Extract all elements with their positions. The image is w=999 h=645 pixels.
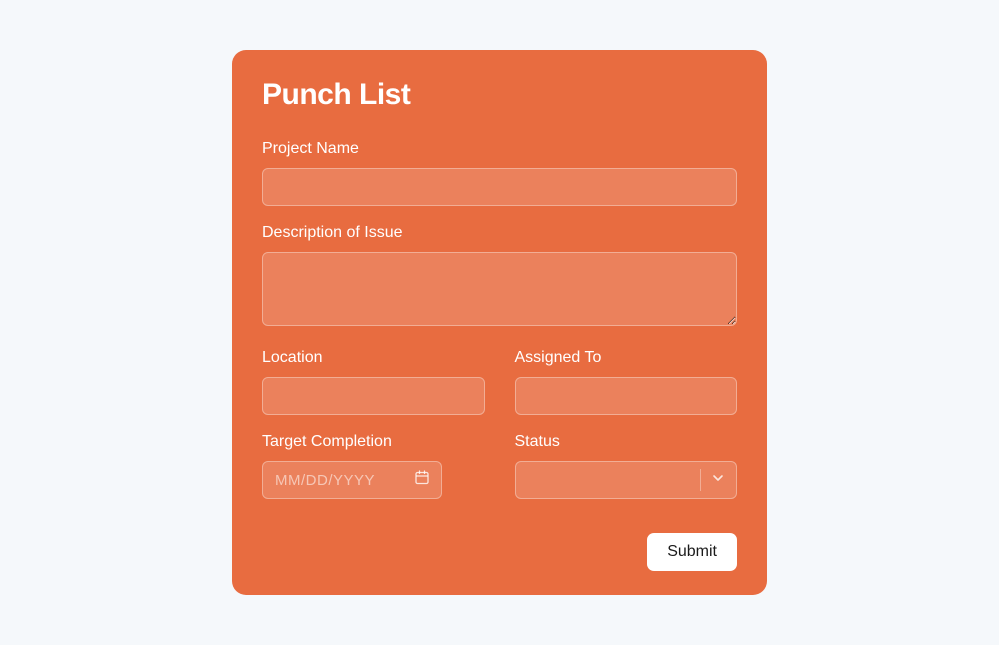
target-completion-input[interactable] <box>262 461 442 499</box>
target-completion-field: Target Completion <box>262 433 485 499</box>
project-name-input[interactable] <box>262 168 737 206</box>
location-input[interactable] <box>262 377 485 415</box>
punch-list-form: Punch List Project Name Description of I… <box>232 50 767 595</box>
submit-button[interactable]: Submit <box>647 533 737 571</box>
status-select[interactable] <box>515 461 738 499</box>
project-name-field: Project Name <box>262 140 737 206</box>
target-completion-label: Target Completion <box>262 433 485 451</box>
location-label: Location <box>262 349 485 367</box>
description-input[interactable] <box>262 252 737 326</box>
assigned-to-field: Assigned To <box>515 349 738 415</box>
form-actions: Submit <box>262 533 737 571</box>
assigned-to-label: Assigned To <box>515 349 738 367</box>
status-label: Status <box>515 433 738 451</box>
status-field: Status <box>515 433 738 499</box>
form-title: Punch List <box>262 78 737 112</box>
assigned-to-input[interactable] <box>515 377 738 415</box>
description-field: Description of Issue <box>262 224 737 331</box>
project-name-label: Project Name <box>262 140 737 158</box>
location-field: Location <box>262 349 485 415</box>
description-label: Description of Issue <box>262 224 737 242</box>
